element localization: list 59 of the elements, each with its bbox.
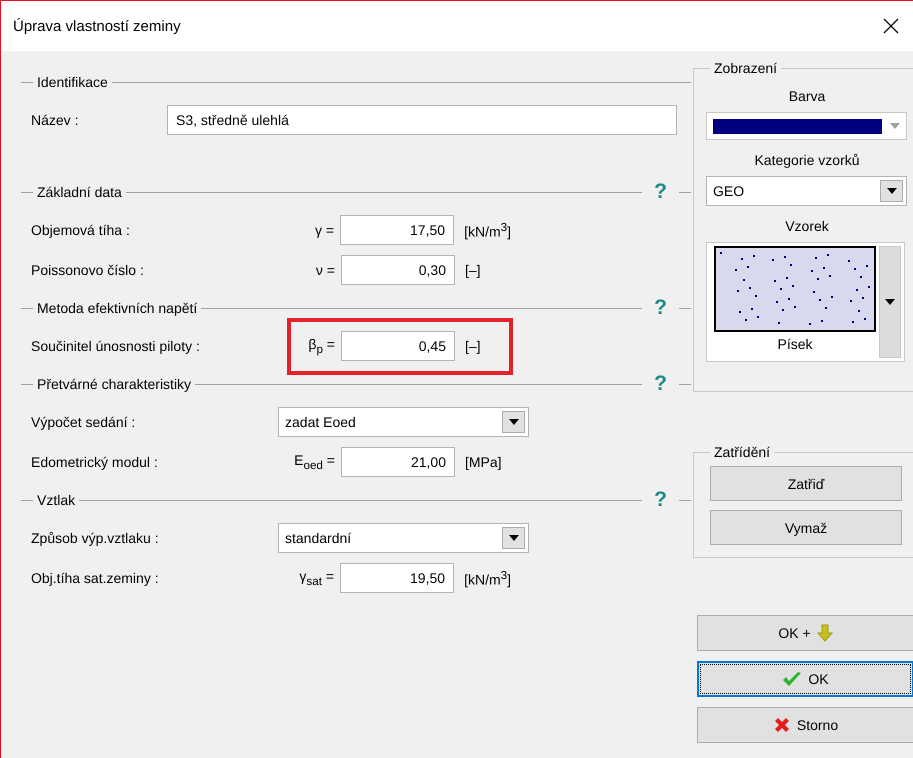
dropdown-arrow-icon	[508, 419, 518, 425]
section-heading: Základní data	[36, 184, 123, 200]
value-field[interactable]: 0,30	[341, 255, 455, 285]
field-label: Edometrický modul :	[31, 454, 159, 470]
group-title: Zobrazení	[713, 60, 778, 76]
value-field[interactable]: 21,00	[341, 447, 455, 477]
field-label: Obj.tíha sat.zeminy :	[31, 570, 160, 586]
cross-icon	[772, 716, 791, 734]
symbol-label: β$_{p}$ =	[307, 336, 336, 356]
symbol-label: E$_{oed}$ =	[293, 452, 336, 472]
help-icon[interactable]: ?	[642, 296, 679, 320]
name-field[interactable]: S3, středně ulehlá	[167, 105, 677, 135]
dropdown[interactable]: GEO	[706, 176, 907, 206]
help-icon[interactable]: ?	[642, 180, 679, 204]
field-label: Kategorie vzorků	[753, 152, 861, 168]
color-dropdown[interactable]	[706, 112, 907, 140]
unit-label: [–]	[464, 262, 481, 278]
classify-button[interactable]: Zatřiď	[710, 466, 902, 501]
dropdown-arrow-icon	[508, 535, 518, 541]
field-label: Poissonovo číslo :	[31, 262, 145, 278]
dropdown-arrow-icon	[885, 299, 895, 305]
field-label: Název :	[31, 112, 80, 128]
unit-label: [MPa]	[464, 454, 502, 470]
field-label: Výpočet sedání :	[31, 414, 136, 430]
unit-label: [–]	[464, 338, 481, 354]
field-label: Součinitel únosnosti piloty :	[31, 338, 201, 354]
arrow-down-icon	[816, 624, 833, 642]
unit-label: [kN/m$^{3}$]	[463, 568, 511, 588]
help-icon[interactable]: ?	[642, 488, 679, 512]
section-heading: Metoda efektivních napětí	[36, 300, 198, 316]
dialog-button[interactable]: OK +	[697, 615, 913, 651]
value-field[interactable]: 17,50	[340, 215, 454, 245]
symbol-label: γ$_{sat}$ =	[298, 568, 336, 588]
dropdown[interactable]: zadat Eoed	[278, 407, 529, 437]
value-field[interactable]: 19,50	[340, 563, 454, 593]
unit-label: [kN/m$^{3}$]	[463, 220, 511, 240]
value-field[interactable]: 0,45	[341, 331, 455, 361]
close-icon[interactable]	[881, 16, 901, 36]
help-icon[interactable]: ?	[642, 372, 679, 396]
pattern-picker[interactable]: Písek	[706, 242, 905, 362]
dropdown[interactable]: standardní	[278, 523, 529, 553]
dropdown-arrow-icon	[890, 123, 900, 129]
symbol-label: γ =	[314, 222, 336, 238]
field-label: Vzorek	[784, 218, 830, 234]
section-heading: Vztlak	[36, 492, 76, 508]
dialog-button[interactable]: OK	[697, 661, 913, 697]
field-label: Způsob výp.vztlaku :	[31, 530, 160, 546]
symbol-label: ν =	[314, 262, 336, 278]
group-title: Zatřídění	[713, 444, 772, 460]
dropdown-arrow-icon	[886, 188, 896, 194]
window-title: Úprava vlastností zeminy	[13, 18, 181, 34]
dialog-button[interactable]: Storno	[697, 707, 913, 743]
field-label: Objemová tíha :	[31, 222, 131, 238]
section-heading: Přetvárné charakteristiky	[36, 376, 192, 392]
check-icon	[782, 671, 802, 687]
classify-button[interactable]: Vymaž	[710, 510, 902, 545]
field-label: Barva	[788, 88, 826, 104]
pattern-name: Písek	[777, 336, 812, 352]
section-heading: Identifikace	[36, 74, 109, 90]
